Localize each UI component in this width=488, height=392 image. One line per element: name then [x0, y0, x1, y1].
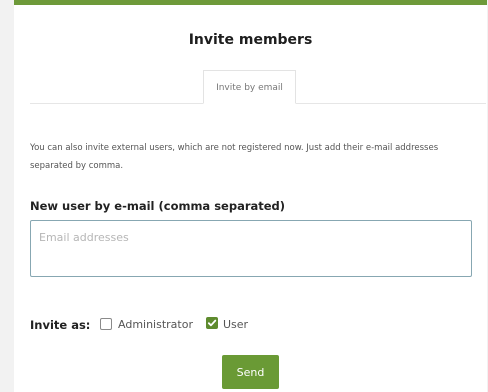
send-button[interactable]: Send	[222, 355, 279, 389]
invite-members-dialog: Invite members Invite by email You can a…	[14, 0, 487, 392]
dialog-title: Invite members	[188, 32, 313, 48]
email-field-label: New user by e-mail (comma separated)	[30, 199, 286, 213]
checkmark-icon	[207, 319, 217, 327]
user-checkbox[interactable]	[206, 317, 218, 329]
user-option-label[interactable]: User	[223, 318, 248, 331]
info-text: You can also invite external users, whic…	[30, 143, 439, 171]
invite-as-label: Invite as:	[30, 318, 91, 332]
administrator-checkbox[interactable]	[100, 318, 112, 330]
administrator-option-label[interactable]: Administrator	[118, 318, 193, 331]
email-addresses-input[interactable]	[30, 220, 472, 277]
tab-invite-by-email[interactable]: Invite by email	[203, 70, 296, 104]
